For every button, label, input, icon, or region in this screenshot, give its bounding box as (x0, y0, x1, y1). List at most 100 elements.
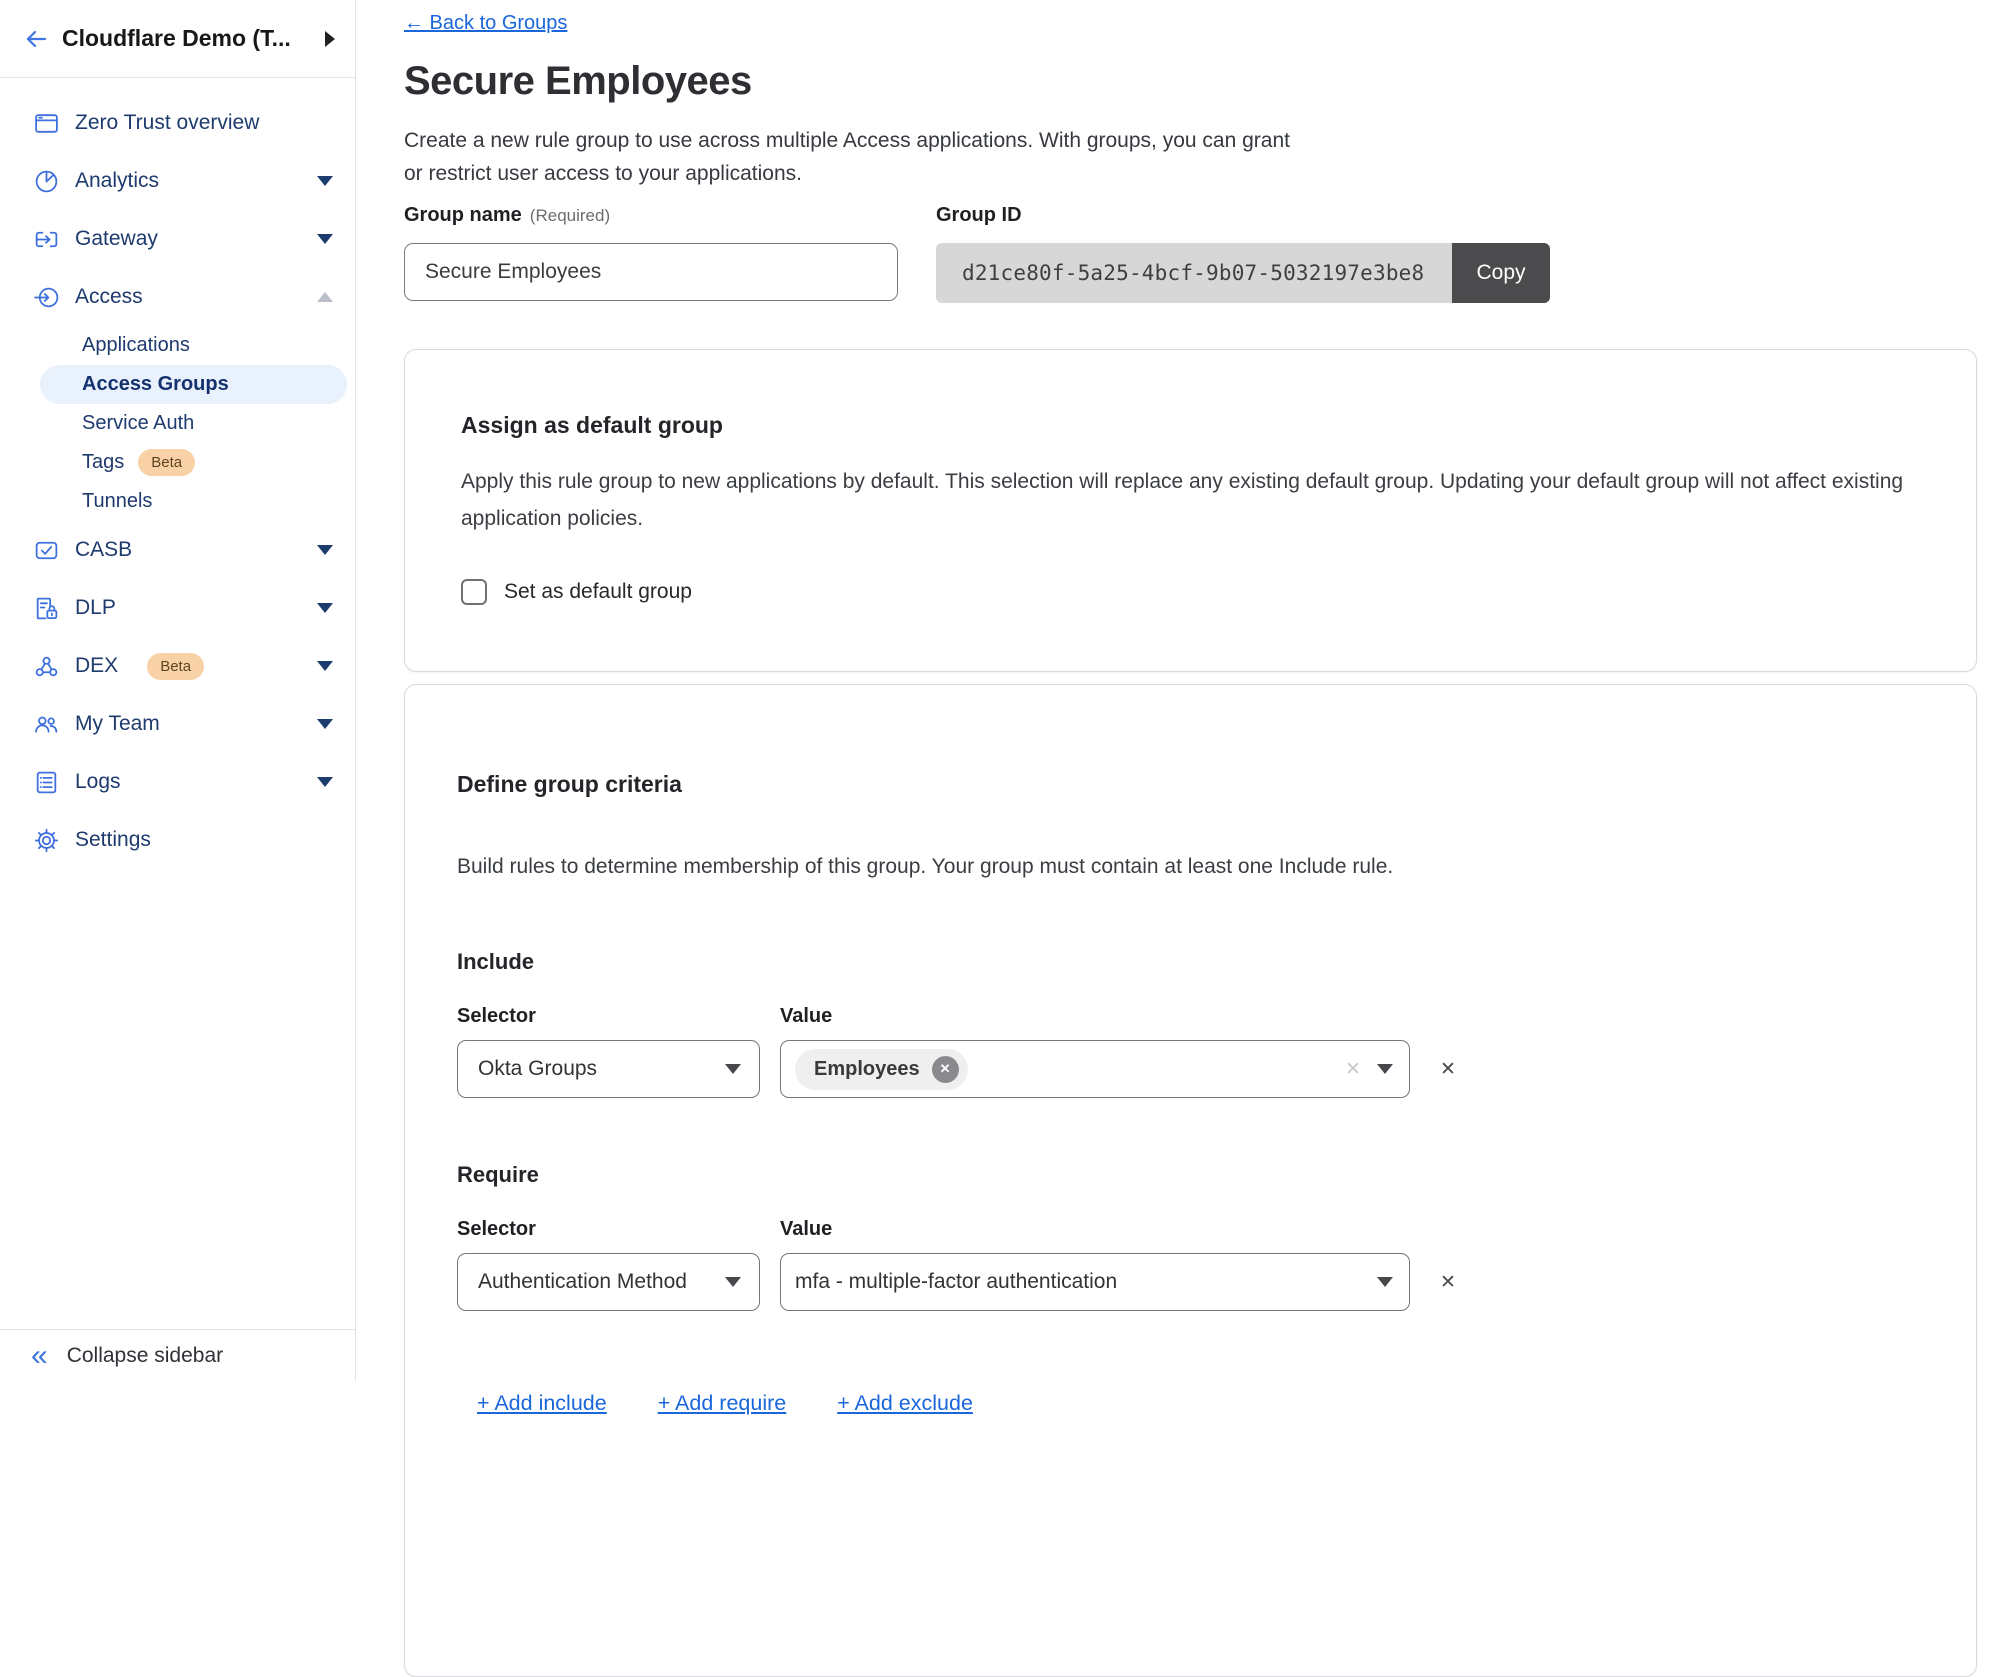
require-selector-dropdown[interactable]: Authentication Method (457, 1253, 760, 1311)
clear-value-icon[interactable]: ✕ (1345, 1058, 1361, 1081)
set-default-group-row: Set as default group (461, 579, 1920, 605)
sidebar-item-access[interactable]: Access (0, 268, 355, 326)
sidebar-item-my-team[interactable]: My Team (0, 695, 355, 753)
sidebar: Cloudflare Demo (T... Zero Trust overvie… (0, 0, 356, 1381)
chevron-down-icon (725, 1064, 741, 1074)
page-title: Secure Employees (404, 59, 1999, 104)
chip-remove-icon[interactable]: ✕ (932, 1056, 959, 1083)
sidebar-item-analytics[interactable]: Analytics (0, 152, 355, 210)
employees-chip-label: Employees (814, 1058, 920, 1081)
collapse-sidebar-button[interactable]: « Collapse sidebar (0, 1329, 355, 1381)
collapse-sidebar-label: Collapse sidebar (67, 1344, 223, 1368)
group-id-wrap: d21ce80f-5a25-4bcf-9b07-5032197e3be8 Cop… (936, 243, 1550, 303)
page-description: Create a new rule group to use across mu… (404, 124, 1999, 190)
chevron-down-icon (317, 777, 333, 787)
sidebar-item-tunnels[interactable]: Tunnels (40, 482, 347, 521)
expand-account-icon[interactable] (325, 31, 335, 47)
sidebar-item-casb[interactable]: CASB (0, 521, 355, 579)
define-criteria-title: Define group criteria (457, 771, 1920, 798)
gateway-icon (33, 226, 60, 253)
sidebar-item-access-groups[interactable]: Access Groups (40, 365, 347, 404)
require-selector-value: Authentication Method (478, 1270, 687, 1294)
require-heading: Require (457, 1162, 1920, 1188)
require-selector-label: Selector (457, 1218, 780, 1241)
group-name-id-row: Group name(Required) Group ID d21ce80f-5… (404, 204, 1999, 303)
remove-include-rule-icon[interactable]: ✕ (1440, 1058, 1456, 1081)
access-login-icon (33, 284, 60, 311)
remove-require-rule-icon[interactable]: ✕ (1440, 1271, 1456, 1294)
group-id-field-group: Group ID d21ce80f-5a25-4bcf-9b07-5032197… (936, 204, 1550, 303)
assign-default-group-title: Assign as default group (461, 412, 1920, 439)
sidebar-item-label: Service Auth (82, 412, 194, 435)
require-labels-row: Selector Value (457, 1218, 1920, 1241)
page-description-line1: Create a new rule group to use across mu… (404, 124, 1999, 157)
sidebar-item-label: Zero Trust overview (75, 111, 259, 135)
chevron-up-icon (317, 292, 333, 302)
chevron-down-icon (1377, 1277, 1393, 1287)
collapse-chevrons-icon: « (31, 1344, 48, 1368)
beta-badge: Beta (147, 653, 204, 680)
chevron-down-icon (1377, 1064, 1393, 1074)
include-selector-label: Selector (457, 1005, 780, 1028)
include-selector-value: Okta Groups (478, 1057, 597, 1081)
sidebar-item-label: DEX (75, 654, 118, 678)
sidebar-item-label: Access Groups (82, 373, 229, 396)
include-value-multiselect[interactable]: Employees ✕ ✕ (780, 1040, 1410, 1098)
require-value-dropdown[interactable]: mfa - multiple-factor authentication (780, 1253, 1410, 1311)
require-value-label: Value (780, 1218, 832, 1241)
assign-default-group-body: Apply this rule group to new application… (461, 463, 1920, 537)
dashboard-window-icon (33, 110, 60, 137)
back-to-groups-link[interactable]: ← Back to Groups (404, 12, 567, 35)
include-value-label: Value (780, 1005, 832, 1028)
document-lock-icon (33, 595, 60, 622)
team-people-icon (33, 711, 60, 738)
include-selector-dropdown[interactable]: Okta Groups (457, 1040, 760, 1098)
sidebar-item-dlp[interactable]: DLP (0, 579, 355, 637)
group-name-field-group: Group name(Required) (404, 204, 898, 303)
sidebar-item-label: Tags (82, 451, 124, 474)
sidebar-item-service-auth[interactable]: Service Auth (40, 404, 347, 443)
chevron-down-icon (317, 176, 333, 186)
chevron-down-icon (317, 234, 333, 244)
sidebar-item-label: Settings (75, 828, 151, 852)
back-arrow-icon[interactable] (22, 26, 48, 52)
beta-badge: Beta (138, 449, 195, 476)
sidebar-item-label: DLP (75, 596, 116, 620)
group-name-input[interactable] (404, 243, 898, 301)
main-content: ← Back to Groups Secure Employees Create… (357, 0, 1999, 1381)
chevron-down-icon (317, 603, 333, 613)
add-require-link[interactable]: + Add require (658, 1391, 787, 1416)
add-exclude-link[interactable]: + Add exclude (837, 1391, 973, 1416)
pie-chart-icon (33, 168, 60, 195)
chevron-down-icon (725, 1277, 741, 1287)
include-heading: Include (457, 949, 1920, 975)
network-nodes-icon (33, 653, 60, 680)
add-include-link[interactable]: + Add include (477, 1391, 607, 1416)
sidebar-item-label: Applications (82, 334, 190, 357)
sidebar-item-tags[interactable]: Tags Beta (40, 443, 347, 482)
account-switcher[interactable]: Cloudflare Demo (T... (0, 0, 355, 78)
sidebar-item-zero-trust-overview[interactable]: Zero Trust overview (0, 94, 355, 152)
sidebar-item-logs[interactable]: Logs (0, 753, 355, 811)
require-value: mfa - multiple-factor authentication (795, 1270, 1117, 1294)
copy-button[interactable]: Copy (1452, 243, 1550, 303)
sidebar-item-dex[interactable]: DEX Beta (0, 637, 355, 695)
employees-chip: Employees ✕ (795, 1049, 968, 1090)
set-default-group-checkbox[interactable] (461, 579, 487, 605)
assign-default-body-line1: Apply this rule group to new application… (461, 463, 1920, 500)
sidebar-item-label: My Team (75, 712, 160, 736)
assign-default-group-card: Assign as default group Apply this rule … (404, 349, 1977, 672)
sidebar-nav: Zero Trust overview Analytics Gateway Ac… (0, 78, 355, 869)
add-rule-links: + Add include + Add require + Add exclud… (457, 1391, 1920, 1416)
sidebar-item-applications[interactable]: Applications (40, 326, 347, 365)
group-name-label: Group name (404, 204, 522, 226)
sidebar-item-label: Analytics (75, 169, 159, 193)
require-rule-row: Authentication Method mfa - multiple-fac… (457, 1253, 1920, 1311)
casb-check-icon (33, 537, 60, 564)
sidebar-item-settings[interactable]: Settings (0, 811, 355, 869)
sidebar-item-label: CASB (75, 538, 132, 562)
page-description-line2: or restrict user access to your applicat… (404, 157, 1999, 190)
assign-default-body-line2: application policies. (461, 500, 1920, 537)
sidebar-item-gateway[interactable]: Gateway (0, 210, 355, 268)
account-name: Cloudflare Demo (T... (62, 25, 291, 52)
